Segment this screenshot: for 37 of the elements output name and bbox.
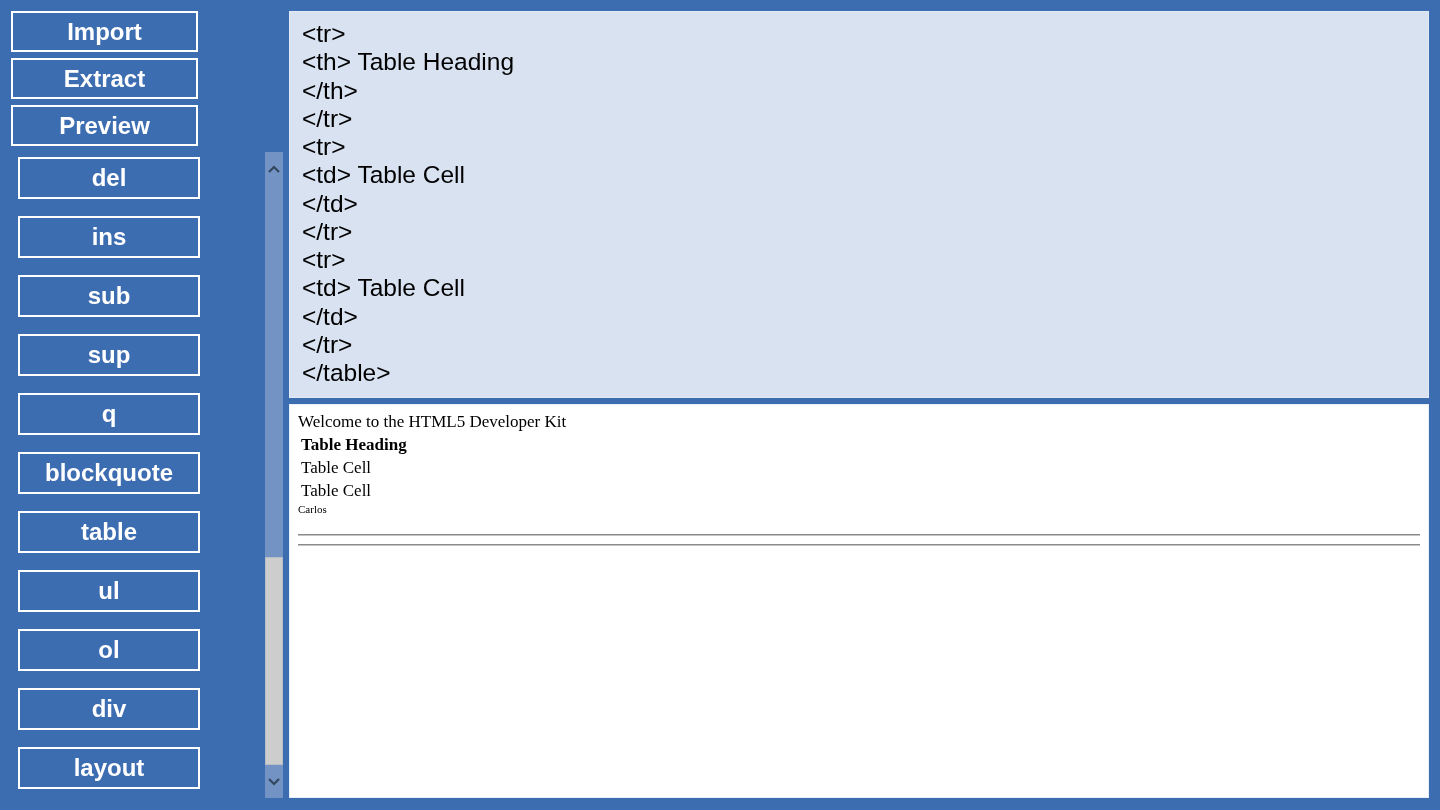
toolbar-button[interactable]: Preview — [11, 105, 198, 146]
tag-button[interactable]: del — [18, 157, 200, 199]
code-line: </table> — [302, 359, 391, 388]
code-line: <th> Table Heading — [302, 48, 515, 77]
tag-button[interactable]: layout — [18, 747, 200, 789]
welcome-text: Welcome to the HTML5 Developer Kit — [298, 412, 567, 432]
chevron-down-icon[interactable] — [268, 777, 280, 786]
chevron-up-icon[interactable] — [268, 164, 280, 173]
code-line: <tr> — [302, 20, 346, 49]
tag-button[interactable]: ul — [18, 570, 200, 612]
toolbar-button[interactable]: Import — [11, 11, 198, 52]
code-line: <tr> — [302, 246, 346, 275]
scrollbar[interactable] — [265, 152, 283, 798]
tag-button[interactable]: sup — [18, 334, 200, 376]
tag-button[interactable]: q — [18, 393, 200, 435]
code-line: </td> — [302, 302, 358, 331]
table-cell-text: Table Cell — [300, 480, 373, 501]
table-heading: Table Heading — [300, 434, 408, 455]
code-line: </tr> — [302, 104, 353, 133]
tag-button[interactable]: div — [18, 688, 200, 730]
tag-button[interactable]: table — [18, 511, 200, 553]
code-line: </tr> — [302, 330, 353, 359]
table-cell-text: Table Cell — [300, 457, 373, 478]
signature-text: Carlos — [298, 503, 327, 516]
code-editor[interactable]: <tr> <th> Table Heading </th> </tr> <tr> <td> Table Cell </td> </tr> <tr> <td> Table Cell </td> </tr> </table> — [289, 11, 1429, 398]
code-line: </td> — [302, 189, 358, 218]
code-line: <tr> — [302, 133, 346, 162]
toolbar-button[interactable]: Extract — [11, 58, 198, 99]
tag-button[interactable]: ins — [18, 216, 200, 258]
tag-button[interactable]: blockquote — [18, 452, 200, 494]
code-line: </th> — [302, 76, 358, 105]
tag-button[interactable]: ol — [18, 629, 200, 671]
tag-button[interactable]: sub — [18, 275, 200, 317]
scroll-thumb[interactable] — [265, 557, 283, 765]
code-line: </tr> — [302, 217, 353, 246]
code-line: <td> Table Cell — [302, 274, 465, 303]
code-line: <td> Table Cell — [302, 161, 465, 190]
